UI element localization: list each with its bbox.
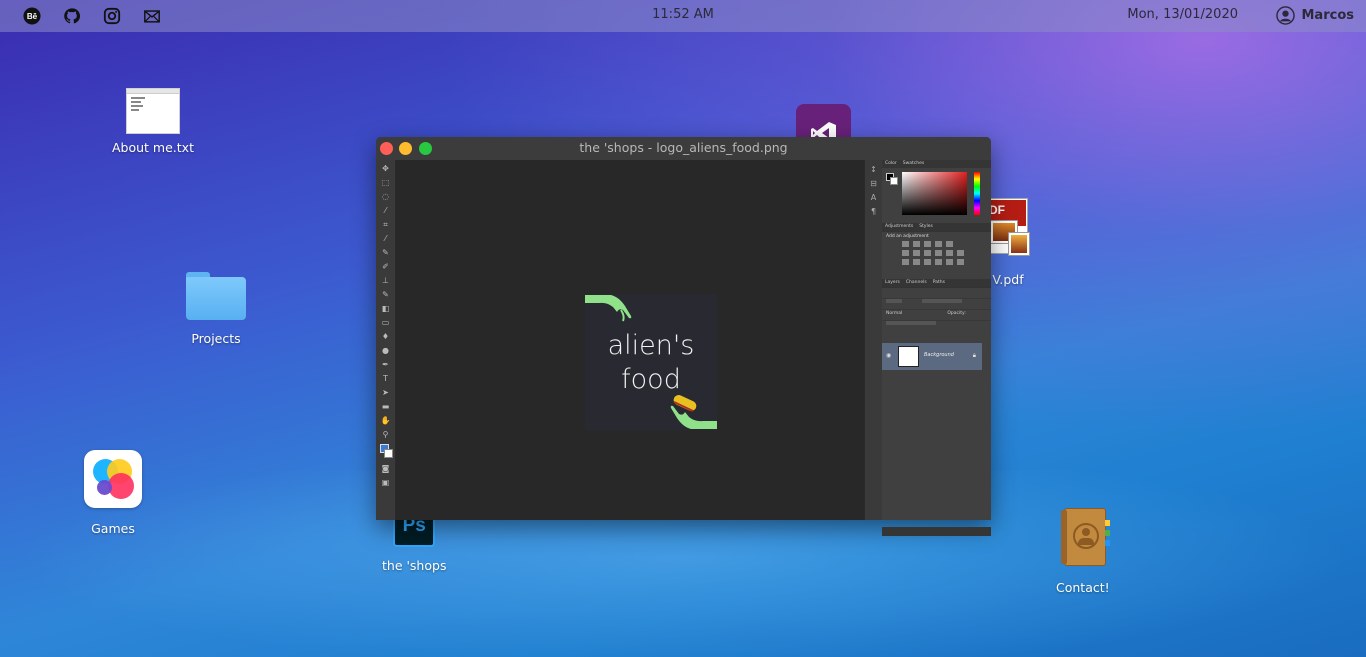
layer-lock-row[interactable] <box>882 310 991 325</box>
adjustments-panel-tabs: Adjustments Styles <box>882 223 991 231</box>
color-panel-tabs: Color Swatches <box>882 160 991 168</box>
layer-blend-row[interactable]: Normal Opacity: <box>882 299 991 316</box>
history-icon[interactable]: ↕ <box>869 166 879 174</box>
desktop-icon-label: V.pdf <box>992 272 1024 287</box>
history-brush-icon[interactable]: ✎ <box>379 290 393 300</box>
behance-icon[interactable]: Bē <box>22 6 42 26</box>
about-me-file[interactable]: About me.txt <box>112 88 194 155</box>
contacts-book-icon <box>1058 508 1110 566</box>
tab-layers[interactable]: Layers <box>885 279 900 287</box>
move-tool-icon[interactable]: ✥ <box>379 164 393 174</box>
dodge-tool-icon[interactable]: ● <box>379 346 393 356</box>
gradient-tool-icon[interactable]: ▭ <box>379 318 393 328</box>
color-swatch-icon[interactable] <box>379 444 393 460</box>
properties-icon[interactable]: ⊟ <box>869 180 879 188</box>
color-panel <box>882 168 991 223</box>
blur-tool-icon[interactable]: ♦ <box>379 332 393 342</box>
panel-dock-strip: ↕ ⊟ A ¶ <box>864 160 882 520</box>
marquee-tool-icon[interactable]: ⬚ <box>379 178 393 188</box>
desktop-icon-label: About me.txt <box>112 140 194 155</box>
projects-folder[interactable]: Projects <box>186 272 246 346</box>
tools-panel: ✥ ⬚ ◌ ⁄ ⌗ ⁄ ✎ ✐ ⊥ ✎ ◧ ▭ ♦ ● ✒ T ➤ ▬ ✋ ⚲ … <box>376 160 396 520</box>
user-menu[interactable]: Marcos <box>1275 6 1355 25</box>
user-avatar-icon <box>1275 6 1295 25</box>
hue-slider[interactable] <box>974 172 980 215</box>
lock-icon: 🔒︎ <box>972 352 976 359</box>
github-icon[interactable] <box>62 6 82 26</box>
background-color-swatch[interactable] <box>890 177 898 185</box>
image-editor-window[interactable]: the 'shops - logo_aliens_food.png ✥ ⬚ ◌ … <box>376 137 991 536</box>
tab-paths[interactable]: Paths <box>933 279 945 287</box>
hand-tool-icon[interactable]: ✋ <box>379 416 393 426</box>
adjustment-buttons[interactable] <box>882 241 991 265</box>
screen-mode-icon[interactable]: ▣ <box>379 478 393 488</box>
games-app[interactable]: Games <box>84 450 142 536</box>
adjustments-panel: Add an adjustment <box>882 231 991 279</box>
desktop-icon-label: Projects <box>191 331 241 346</box>
pen-tool-icon[interactable]: ✒ <box>379 360 393 370</box>
brush-tool-icon[interactable]: ✐ <box>379 262 393 272</box>
cv-pdf[interactable]: DF V.pdf <box>986 198 1030 287</box>
color-picker-field[interactable] <box>902 172 967 215</box>
tab-channels[interactable]: Channels <box>906 279 927 287</box>
lasso-tool-icon[interactable]: ◌ <box>379 192 393 202</box>
crop-tool-icon[interactable]: ⌗ <box>379 220 393 230</box>
artwork-line-2: food <box>621 364 681 395</box>
desktop-icon-label: Contact! <box>1056 580 1110 595</box>
layer-filter-row[interactable] <box>882 288 991 303</box>
text-file-icon <box>125 88 180 134</box>
mail-icon[interactable] <box>142 6 162 26</box>
desktop-icon-label: the 'shops <box>382 558 447 573</box>
social-links: Bē <box>22 6 162 26</box>
stamp-tool-icon[interactable]: ⊥ <box>379 276 393 286</box>
tab-color[interactable]: Color <box>885 160 897 168</box>
alien-hands-illustration <box>585 295 717 429</box>
shape-tool-icon[interactable]: ▬ <box>379 402 393 412</box>
layer-name: Background <box>924 352 954 358</box>
adjustments-title: Add an adjustment <box>886 234 929 239</box>
layer-row-background[interactable]: ◉ Background 🔒︎ <box>882 343 982 370</box>
visibility-eye-icon[interactable]: ◉ <box>886 352 891 359</box>
healing-tool-icon[interactable]: ✎ <box>379 248 393 258</box>
layers-footer-buttons[interactable] <box>882 527 991 536</box>
eyedropper-tool-icon[interactable]: ⁄ <box>379 234 393 244</box>
artwork-line-1: alien's <box>607 330 695 361</box>
layers-panel: Normal Opacity: ◉ Background 🔒︎ <box>882 287 991 536</box>
quick-select-tool-icon[interactable]: ⁄ <box>379 206 393 216</box>
layers-panel-tabs: Layers Channels Paths <box>882 279 991 287</box>
desktop-icon-label: Games <box>91 521 135 536</box>
opacity-label: Opacity: <box>947 311 966 316</box>
paragraph-icon[interactable]: ¶ <box>869 208 879 216</box>
right-panels: Color Swatches Adjustments Styles Add an… <box>882 160 991 536</box>
character-icon[interactable]: A <box>869 194 879 202</box>
type-tool-icon[interactable]: T <box>379 374 393 384</box>
top-menu-bar: Bē 11:52 AM Mon, 13/01/2020 Marcos <box>0 0 1366 32</box>
path-select-icon[interactable]: ➤ <box>379 388 393 398</box>
eraser-tool-icon[interactable]: ◧ <box>379 304 393 314</box>
document-canvas[interactable]: alien's food <box>396 160 864 520</box>
tab-adjustments[interactable]: Adjustments <box>885 223 913 231</box>
tab-styles[interactable]: Styles <box>919 223 933 231</box>
zoom-tool-icon[interactable]: ⚲ <box>379 430 393 440</box>
logo-artwork: alien's food <box>585 294 717 430</box>
window-title: the 'shops - logo_aliens_food.png <box>579 140 788 155</box>
window-titlebar[interactable]: the 'shops - logo_aliens_food.png <box>376 137 991 160</box>
user-name: Marcos <box>1301 8 1355 23</box>
pdf-icon: DF <box>986 198 1030 258</box>
svg-text:Bē: Bē <box>27 12 38 21</box>
tab-swatches[interactable]: Swatches <box>903 160 925 168</box>
contact-app[interactable]: Contact! <box>1056 508 1110 595</box>
quick-mask-icon[interactable]: ◙ <box>379 464 393 474</box>
layer-thumbnail <box>898 346 919 367</box>
game-center-icon <box>84 450 142 508</box>
instagram-icon[interactable] <box>102 6 122 26</box>
date-display: Mon, 13/01/2020 <box>1127 7 1238 22</box>
folder-icon <box>186 272 246 320</box>
